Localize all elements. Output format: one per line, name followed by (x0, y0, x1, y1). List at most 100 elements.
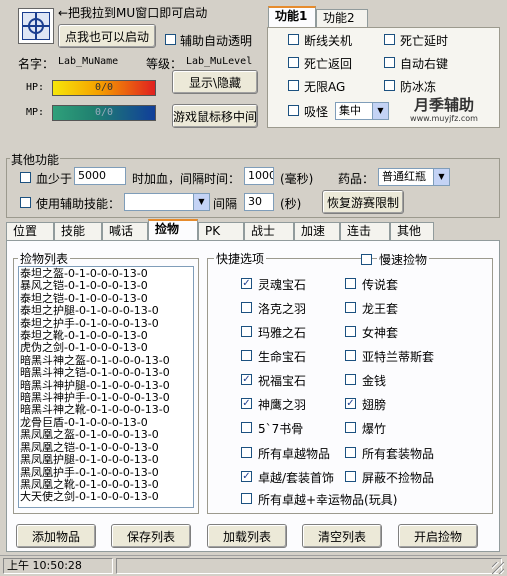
right-option-checkbox[interactable] (345, 374, 356, 385)
left-option-checkbox[interactable] (241, 326, 252, 337)
hp-threshold-input[interactable]: 5000 (74, 167, 126, 185)
use-skill-checkbox[interactable] (20, 197, 31, 208)
mp-bar: 0/0 (52, 105, 156, 121)
status-time-panel: 上午 10:50:28 (3, 558, 113, 574)
tab-speed[interactable]: 加速 (294, 222, 340, 240)
target-icon[interactable] (18, 8, 54, 44)
tab-combo[interactable]: 连击 (340, 222, 390, 240)
quick-options-title: 快捷选项 (214, 250, 267, 267)
tab-shout[interactable]: 喊话 (102, 222, 148, 240)
left-option-checkbox[interactable]: ✓ (241, 398, 252, 409)
no-ag-checkbox[interactable] (288, 80, 299, 91)
hp-less-checkbox[interactable] (20, 172, 31, 183)
all-excellent-luck-checkbox[interactable] (241, 493, 252, 504)
right-option-checkbox[interactable] (345, 422, 356, 433)
all-excellent-luck-label: 所有卓越+幸运物品(玩具) (258, 493, 398, 507)
list-item[interactable]: 大天使之剑-0-1-0-0-0-13-0 (19, 490, 193, 503)
tab-func1[interactable]: 功能1 (268, 6, 316, 28)
seconds-label: (秒) (280, 197, 302, 211)
skill-select[interactable]: ▼ (124, 193, 210, 211)
use-skill-label: 使用辅助技能： (36, 197, 121, 211)
left-option-checkbox[interactable] (241, 302, 252, 313)
all-excellent-checkbox[interactable] (241, 447, 252, 458)
tab-warrior[interactable]: 战士 (244, 222, 294, 240)
anti-freeze-label: 防冰冻 (400, 80, 437, 94)
excellent-set-jewel-checkbox[interactable]: ✓ (241, 471, 252, 482)
auto-transparent-checkbox[interactable] (165, 34, 176, 45)
pick-list[interactable]: 泰坦之盔-0-1-0-0-0-13-0 暴风之铠-0-1-0-0-0-13-0 泰坦… (18, 266, 194, 508)
click-start-button[interactable]: 点我也可以启动 (58, 24, 156, 48)
add-item-button[interactable]: 添加物品 (16, 524, 96, 548)
chevron-down-icon[interactable]: ▼ (433, 169, 449, 185)
left-option-checkbox[interactable] (241, 350, 252, 361)
death-return-label: 死亡返回 (304, 57, 353, 71)
ms-label: (毫秒) (280, 172, 314, 186)
tab-skill[interactable]: 技能 (54, 222, 102, 240)
show-hide-button[interactable]: 显示\隐藏 (172, 70, 258, 94)
tab-pk[interactable]: PK (198, 222, 244, 240)
left-option-label: 5`7书骨 (258, 422, 304, 436)
list-item[interactable]: 泰坦之护腿-0-1-0-0-0-13-0 (19, 304, 193, 317)
death-return-checkbox[interactable] (288, 57, 299, 68)
level-value: Lab_MuLevel (186, 56, 253, 67)
slow-pick-label: 慢速捡物 (377, 251, 430, 268)
left-option-checkbox[interactable] (241, 422, 252, 433)
disconnect-shutdown-checkbox[interactable] (288, 34, 299, 45)
mp-label: MP: (26, 107, 45, 118)
list-item[interactable]: 暗黑斗神之铠-0-1-0-0-0-13-0 (19, 366, 193, 379)
restore-button[interactable]: 恢复游赛限制 (322, 190, 404, 214)
slow-pick-checkbox[interactable] (361, 254, 372, 265)
save-list-button[interactable]: 保存列表 (111, 524, 191, 548)
excellent-set-jewel-label: 卓越/套装首饰 (258, 471, 335, 485)
add-hp-label: 时加血，间隔时间： (132, 172, 241, 186)
mouse-center-button[interactable]: 游戏鼠标移中间 (172, 104, 258, 128)
list-item[interactable]: 暗黑斗神之靴-0-1-0-0-0-13-0 (19, 404, 193, 417)
resize-grip-icon[interactable] (492, 562, 504, 574)
anti-freeze-checkbox[interactable] (384, 80, 395, 91)
list-item[interactable]: 黑凤凰之盔-0-1-0-0-0-13-0 (19, 428, 193, 441)
absorb-monster-checkbox[interactable] (288, 105, 299, 116)
right-option-checkbox[interactable] (345, 326, 356, 337)
no-ag-label: 无限AG (304, 80, 346, 94)
left-option-checkbox[interactable]: ✓ (241, 278, 252, 289)
name-label: 名字： (18, 57, 55, 71)
right-option-label: 翅膀 (362, 398, 387, 412)
tab-position[interactable]: 位置 (6, 222, 54, 240)
name-value: Lab_MuName (58, 56, 119, 67)
interval-ms-input[interactable]: 1000 (244, 167, 274, 185)
drug-value: 普通红瓶 (382, 170, 426, 183)
drug-select[interactable]: 普通红瓶 ▼ (378, 168, 450, 186)
left-option-label: 灵魂宝石 (258, 278, 307, 292)
chevron-down-icon[interactable]: ▼ (193, 194, 209, 210)
hp-less-label: 血少于 (36, 172, 73, 186)
list-item[interactable]: 黑凤凰护腿-0-1-0-0-0-13-0 (19, 453, 193, 466)
start-pick-button[interactable]: 开启捡物 (398, 524, 478, 548)
status-bar: 上午 10:50:28 (0, 555, 507, 576)
tab-pick[interactable]: 捡物 (148, 219, 198, 241)
all-set-checkbox[interactable] (345, 447, 356, 458)
left-option-label: 洛克之羽 (258, 302, 307, 316)
left-option-label: 生命宝石 (258, 350, 307, 364)
load-list-button[interactable]: 加载列表 (207, 524, 287, 548)
status-panel-2 (116, 558, 502, 574)
right-option-checkbox[interactable] (345, 302, 356, 313)
death-delay-checkbox[interactable] (384, 34, 395, 45)
tab-func2[interactable]: 功能2 (316, 9, 368, 28)
left-option-checkbox[interactable]: ✓ (241, 374, 252, 385)
list-item[interactable]: 虎伪之剑-0-1-0-0-0-13-0 (19, 342, 193, 355)
tab-other[interactable]: 其他 (390, 222, 434, 240)
chevron-down-icon[interactable]: ▼ (372, 103, 388, 119)
right-option-checkbox[interactable] (345, 278, 356, 289)
block-no-pick-label: 屏蔽不捡物品 (362, 471, 435, 485)
block-no-pick-checkbox[interactable] (345, 471, 356, 482)
right-option-checkbox[interactable] (345, 350, 356, 361)
clear-list-button[interactable]: 清空列表 (302, 524, 382, 548)
absorb-mode-select[interactable]: 集中 ▼ (335, 102, 389, 120)
hp-bar: 0/0 (52, 80, 156, 96)
right-option-checkbox[interactable]: ✓ (345, 398, 356, 409)
seconds-input[interactable]: 30 (244, 193, 274, 211)
death-delay-label: 死亡延时 (400, 34, 449, 48)
auto-right-key-checkbox[interactable] (384, 57, 395, 68)
list-item[interactable]: 暴风之铠-0-1-0-0-0-13-0 (19, 279, 193, 292)
right-option-label: 传说套 (362, 278, 399, 292)
